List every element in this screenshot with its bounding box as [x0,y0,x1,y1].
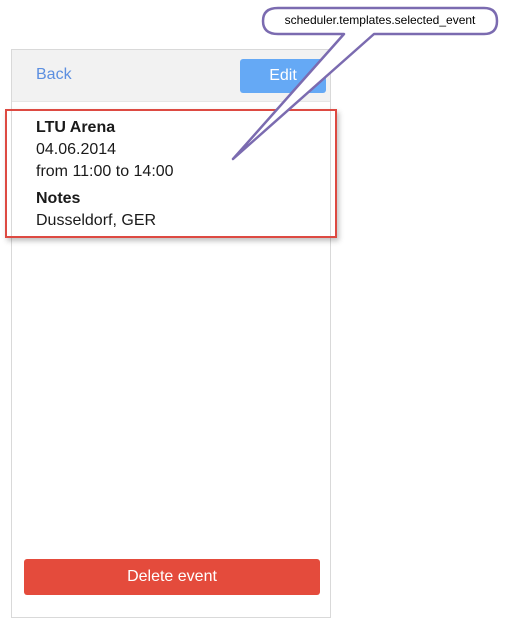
delete-event-button[interactable]: Delete event [24,559,320,595]
event-notes: Dusseldorf, GER [36,212,157,229]
event-view-screen: Back Edit LTU Arena 04.06.2014 from 11:0… [11,49,331,618]
screenshot-stage: Back Edit LTU Arena 04.06.2014 from 11:0… [0,0,505,626]
toolbar: Back Edit [12,50,330,102]
edit-button[interactable]: Edit [240,59,326,93]
event-title: LTU Arena [36,119,116,136]
notes-heading: Notes [36,190,81,207]
event-date: 04.06.2014 [36,141,117,158]
event-time-range: from 11:00 to 14:00 [36,163,174,180]
selected-event-details: LTU Arena 04.06.2014 from 11:00 to 14:00… [36,117,316,232]
back-link[interactable]: Back [36,66,72,84]
callout-label: scheduler.templates.selected_event [284,13,476,27]
